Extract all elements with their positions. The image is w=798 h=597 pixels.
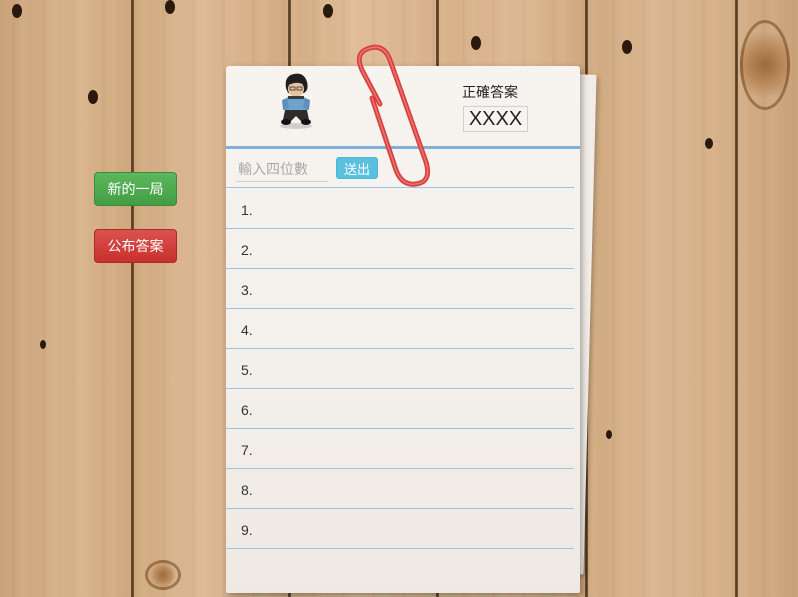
guess-row-number: 4. xyxy=(241,322,253,338)
plank-seam xyxy=(735,0,738,597)
ruled-line xyxy=(226,468,574,469)
guess-row-number: 2. xyxy=(241,242,253,258)
wood-knot xyxy=(165,0,175,14)
wood-knot xyxy=(471,36,481,50)
wood-knot-large xyxy=(145,560,181,590)
guess-row-number: 6. xyxy=(241,402,253,418)
paperclip-icon xyxy=(356,44,431,187)
guess-row-number: 9. xyxy=(241,522,253,538)
guess-row-number: 7. xyxy=(241,442,253,458)
guess-input[interactable] xyxy=(236,158,328,182)
answer-display: XXXX xyxy=(463,106,528,132)
ruled-line xyxy=(226,228,574,229)
guess-row-number: 8. xyxy=(241,482,253,498)
plank-seam xyxy=(131,0,134,597)
new-game-button[interactable]: 新的一局 xyxy=(94,172,177,206)
ruled-line xyxy=(226,388,574,389)
guess-row-number: 1. xyxy=(241,202,253,218)
ruled-line xyxy=(226,548,574,549)
ruled-line xyxy=(226,348,574,349)
wood-knot xyxy=(323,4,333,18)
wood-knot xyxy=(88,90,98,104)
wood-knot xyxy=(622,40,632,54)
reveal-answer-button[interactable]: 公布答案 xyxy=(94,229,177,263)
answer-label: 正確答案 xyxy=(462,85,518,101)
wood-knot-large xyxy=(740,20,790,110)
guess-row-number: 3. xyxy=(241,282,253,298)
wood-knot xyxy=(606,430,612,439)
wood-knot xyxy=(705,138,713,149)
wood-knot xyxy=(12,4,22,18)
wood-knot xyxy=(40,340,46,349)
ruled-line xyxy=(226,508,574,509)
ruled-line xyxy=(226,308,574,309)
ruled-line xyxy=(226,268,574,269)
cartoon-character-icon xyxy=(280,73,312,129)
ruled-line xyxy=(226,428,574,429)
guess-row-number: 5. xyxy=(241,362,253,378)
